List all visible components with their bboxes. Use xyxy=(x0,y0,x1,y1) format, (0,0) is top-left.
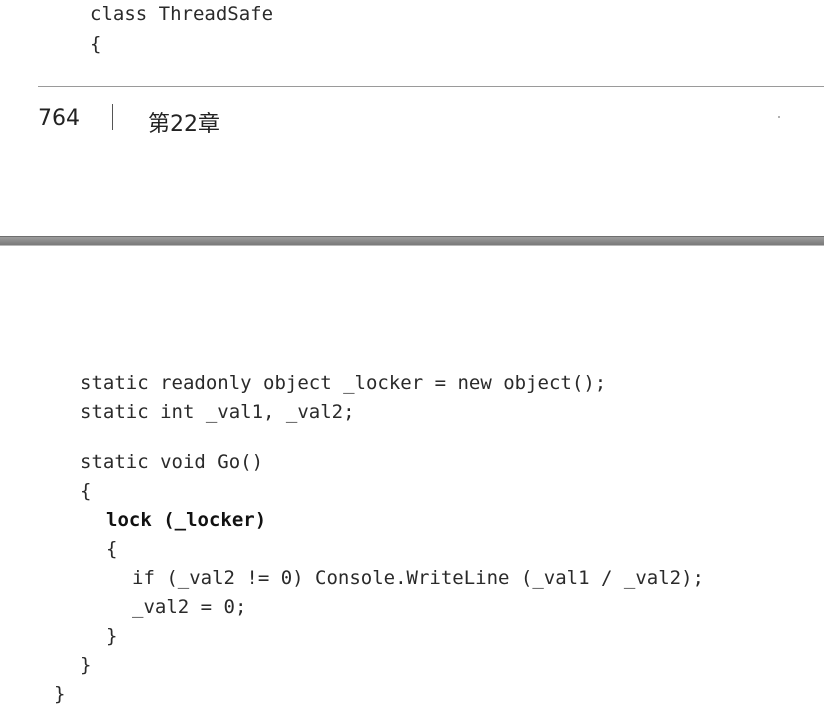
code-line: class ThreadSafe xyxy=(90,3,274,25)
code-line: _val2 = 0; xyxy=(132,596,247,618)
code-line: static void Go() xyxy=(80,451,264,473)
footer-rule xyxy=(38,86,824,87)
code-line: if (_val2 != 0) Console.WriteLine (_val1… xyxy=(132,567,704,589)
code-line: } xyxy=(54,683,66,705)
code-line: static int _val1, _val2; xyxy=(80,401,355,423)
code-line: { xyxy=(80,480,92,502)
code-line: { xyxy=(90,33,102,55)
code-line: static readonly object _locker = new obj… xyxy=(80,372,607,394)
footer-separator xyxy=(112,104,113,130)
chapter-label: 第22章 xyxy=(148,112,220,137)
code-line: } xyxy=(106,625,118,647)
code-line: } xyxy=(80,654,92,676)
code-line: { xyxy=(106,538,118,560)
page-speck xyxy=(778,116,780,118)
code-line: lock (_locker) xyxy=(106,509,267,531)
page-number: 764 xyxy=(38,106,80,131)
top-page: class ThreadSafe { 764 第22章 xyxy=(0,0,824,236)
bottom-page: static readonly object _locker = new obj… xyxy=(0,246,824,708)
page-divider xyxy=(0,236,824,246)
